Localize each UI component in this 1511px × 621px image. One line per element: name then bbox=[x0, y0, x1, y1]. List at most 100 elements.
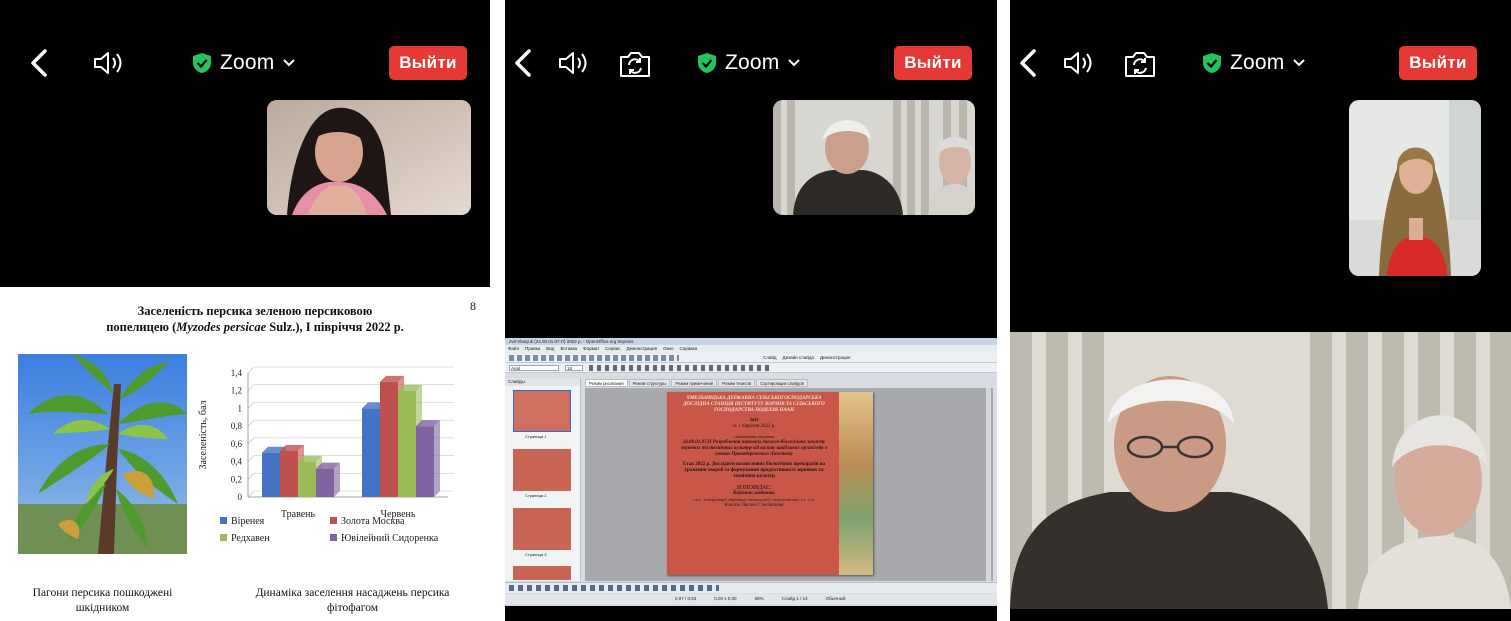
y-tick-label: 0,8 bbox=[231, 421, 243, 431]
zoom-label: Zoom bbox=[1230, 51, 1285, 74]
report-date: за 1 півріччя 2022 р. bbox=[732, 424, 776, 429]
status-layout: Обычный bbox=[825, 596, 846, 601]
screenshot-collage: Zoom Выйти Заселеність персика зеленою п… bbox=[0, 0, 1511, 621]
status-bar: 0,97 / 0,53 0,00 x 0,00 66% Слайд 1 / 14… bbox=[505, 594, 997, 604]
participant-video-thumbnail[interactable] bbox=[1349, 100, 1481, 276]
participant-video-thumbnail[interactable] bbox=[773, 100, 975, 215]
slide-thumb-3[interactable] bbox=[513, 508, 571, 550]
task-2: Етап 2022 р. Дослідити вплив нових біоло… bbox=[682, 462, 826, 479]
zoom-panel-3: Zoom Выйти bbox=[1010, 0, 1511, 621]
menu-item[interactable]: Вид bbox=[546, 345, 554, 353]
current-slide[interactable]: ХМЕЛЬНИЦЬКА ДЕРЖАВНА СІЛЬСЬКОГОСПОДАРСЬК… bbox=[667, 392, 873, 575]
menu-item[interactable]: Правка bbox=[525, 345, 540, 353]
menu-item[interactable]: Файл bbox=[508, 345, 519, 353]
shield-check-icon bbox=[193, 53, 211, 73]
back-icon[interactable] bbox=[28, 48, 50, 78]
x-tick-label: Травень bbox=[281, 509, 316, 520]
slide-page-number: 8 bbox=[470, 299, 476, 313]
participant-video-couple bbox=[773, 100, 975, 215]
gridline-depth bbox=[247, 366, 255, 374]
menu-item[interactable]: Демонстрация bbox=[627, 345, 657, 353]
chart-caption: Динаміка заселення насаджень персика фіт… bbox=[255, 587, 450, 614]
zoom-label: Zoom bbox=[725, 51, 780, 74]
bar bbox=[280, 450, 298, 497]
exit-button[interactable]: Выйти bbox=[1399, 46, 1477, 80]
switch-camera-icon[interactable] bbox=[1123, 49, 1157, 79]
chevron-down-icon bbox=[1293, 59, 1306, 67]
shield-check-icon bbox=[1203, 53, 1221, 73]
toolbar-button[interactable]: Дизайн слайда bbox=[783, 355, 814, 360]
y-axis-label: Заселеність, бал bbox=[198, 401, 209, 470]
menu-item[interactable]: Вставка bbox=[560, 345, 577, 353]
menu-item[interactable]: Сервис bbox=[605, 345, 620, 353]
slide-thumb-4[interactable] bbox=[513, 566, 571, 580]
format-icons[interactable] bbox=[589, 365, 769, 371]
zoom-panel-1: Zoom Выйти Заселеність персика зеленою п… bbox=[0, 0, 490, 621]
y-tick-label: 1,2 bbox=[231, 386, 242, 396]
legend-swatch bbox=[220, 517, 227, 524]
drawing-tools[interactable] bbox=[509, 585, 719, 591]
slide-line-3: ГОСПОДАРСТВА ПОДІЛЛЯ НААН bbox=[714, 408, 794, 413]
back-icon[interactable] bbox=[512, 48, 534, 78]
gridline-depth bbox=[247, 384, 255, 391]
menu-item[interactable]: Формат bbox=[583, 345, 599, 353]
slide-thumb-1[interactable] bbox=[513, 390, 571, 432]
switch-camera-icon[interactable] bbox=[618, 49, 652, 79]
back-icon[interactable] bbox=[1017, 48, 1039, 78]
slide-thumb-2[interactable] bbox=[513, 449, 571, 491]
task-1: 24.00.01.07.П Розроблення наукових еколо… bbox=[680, 440, 828, 457]
bar bbox=[362, 408, 380, 497]
vertical-scrollbar[interactable] bbox=[986, 388, 991, 581]
toolbar-icons[interactable] bbox=[509, 355, 679, 361]
zoom-menu[interactable]: Zoom bbox=[1202, 50, 1306, 76]
slide-thumb-label-1: Страница 1 bbox=[525, 434, 547, 439]
y-tick-label: 1,4 bbox=[231, 368, 243, 378]
bar-side bbox=[434, 420, 440, 497]
gridline-depth bbox=[247, 402, 255, 409]
slide-thumb-label-3: Страница 3 bbox=[525, 552, 547, 557]
view-tab[interactable]: Сортировщик слайдов bbox=[756, 379, 808, 387]
photo-caption: Пагони персика пошкоджені шкідником bbox=[32, 587, 173, 614]
view-tabs: Режим рисования Режим структуры Режим прим… bbox=[585, 379, 808, 387]
font-name-box[interactable]: Arial bbox=[509, 365, 559, 371]
legend-label: Ювілейний Сидоренка bbox=[341, 533, 439, 544]
view-tab[interactable]: Режим структуры bbox=[628, 379, 671, 387]
legend-swatch bbox=[330, 517, 337, 524]
top-bar: Zoom Выйти bbox=[505, 40, 997, 86]
gridline-depth bbox=[247, 455, 255, 462]
slide-decor-strip bbox=[839, 392, 873, 575]
participant-video-couple-large bbox=[1010, 332, 1511, 609]
menu-item[interactable]: Справка bbox=[680, 345, 698, 353]
speaker-icon[interactable] bbox=[92, 50, 126, 76]
view-tab[interactable]: Режим примечаний bbox=[671, 379, 717, 387]
status-position: 0,97 / 0,53 bbox=[675, 596, 697, 601]
slides-pane-header: Слайды bbox=[505, 378, 580, 386]
legend-label: Редхавен bbox=[231, 533, 270, 544]
exit-button[interactable]: Выйти bbox=[894, 46, 972, 80]
speaker-icon[interactable] bbox=[1062, 50, 1096, 76]
view-tab[interactable]: Режим тезисов bbox=[717, 379, 756, 387]
top-bar: Zoom Выйти bbox=[1010, 40, 1511, 86]
legend-swatch bbox=[220, 534, 227, 541]
main-video bbox=[1010, 332, 1511, 609]
toolbar-standard: Слайд Дизайн слайда Демонстрация bbox=[505, 353, 997, 363]
menu-item[interactable]: Окно bbox=[663, 345, 673, 353]
chevron-down-icon bbox=[788, 59, 801, 67]
participant-video-thumbnail[interactable] bbox=[267, 100, 471, 215]
toolbar-button[interactable]: Демонстрация bbox=[820, 355, 850, 360]
zoom-panel-2: Zoom Выйти zvit-Vlasyuk (24.00.01.07.П) … bbox=[505, 0, 997, 621]
bar bbox=[262, 452, 280, 497]
drawing-toolbar bbox=[505, 582, 997, 593]
toolbar-button[interactable]: Слайд bbox=[763, 355, 777, 360]
speaker-icon[interactable] bbox=[557, 50, 591, 76]
zoom-menu[interactable]: Zoom bbox=[697, 50, 801, 76]
gridline-depth bbox=[247, 490, 255, 498]
view-tab[interactable]: Режим рисования bbox=[585, 379, 628, 387]
exit-button[interactable]: Выйти bbox=[389, 46, 467, 80]
bar bbox=[298, 461, 316, 497]
status-zoom[interactable]: 66% bbox=[755, 594, 764, 604]
slide-title: Заселеність персика зеленою персиковою п… bbox=[106, 304, 404, 334]
font-size-box[interactable]: 18 bbox=[565, 365, 583, 371]
zoom-menu[interactable]: Zoom bbox=[192, 50, 296, 76]
peach-shoot-photo bbox=[18, 354, 187, 554]
